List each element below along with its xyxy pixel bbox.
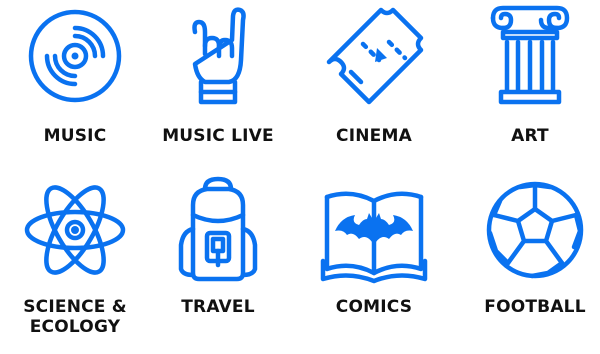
- category-music[interactable]: MUSIC: [0, 2, 150, 146]
- category-label: COMICS: [335, 297, 413, 317]
- category-science-ecology[interactable]: SCIENCE & ECOLOGY: [0, 175, 150, 337]
- category-label: TRAVEL: [181, 297, 255, 317]
- bat-book-icon: [320, 191, 428, 284]
- category-art[interactable]: ART: [455, 2, 600, 146]
- category-grid: MUSIC MUSIC LIVE CINEMA ART SCIENCE & EC…: [0, 0, 600, 354]
- category-music-live[interactable]: MUSIC LIVE: [143, 2, 293, 146]
- category-label: MUSIC LIVE: [162, 126, 274, 146]
- category-label: FOOTBALL: [484, 297, 586, 317]
- category-label: ART: [511, 126, 549, 146]
- category-label: CINEMA: [336, 126, 412, 146]
- category-travel[interactable]: TRAVEL: [143, 175, 293, 317]
- greek-column-icon: [490, 5, 570, 105]
- category-label: MUSIC: [43, 126, 107, 146]
- rock-hand-icon: [192, 7, 246, 105]
- backpack-icon: [178, 176, 258, 282]
- category-comics[interactable]: COMICS: [299, 175, 449, 317]
- soccer-ball-icon: [486, 181, 584, 279]
- atom-icon: [24, 185, 126, 275]
- category-cinema[interactable]: CINEMA: [299, 2, 449, 146]
- vinyl-record-icon: [28, 9, 122, 103]
- category-football[interactable]: FOOTBALL: [460, 175, 600, 317]
- movie-ticket-icon: [326, 7, 424, 105]
- category-label: SCIENCE & ECOLOGY: [23, 297, 127, 337]
